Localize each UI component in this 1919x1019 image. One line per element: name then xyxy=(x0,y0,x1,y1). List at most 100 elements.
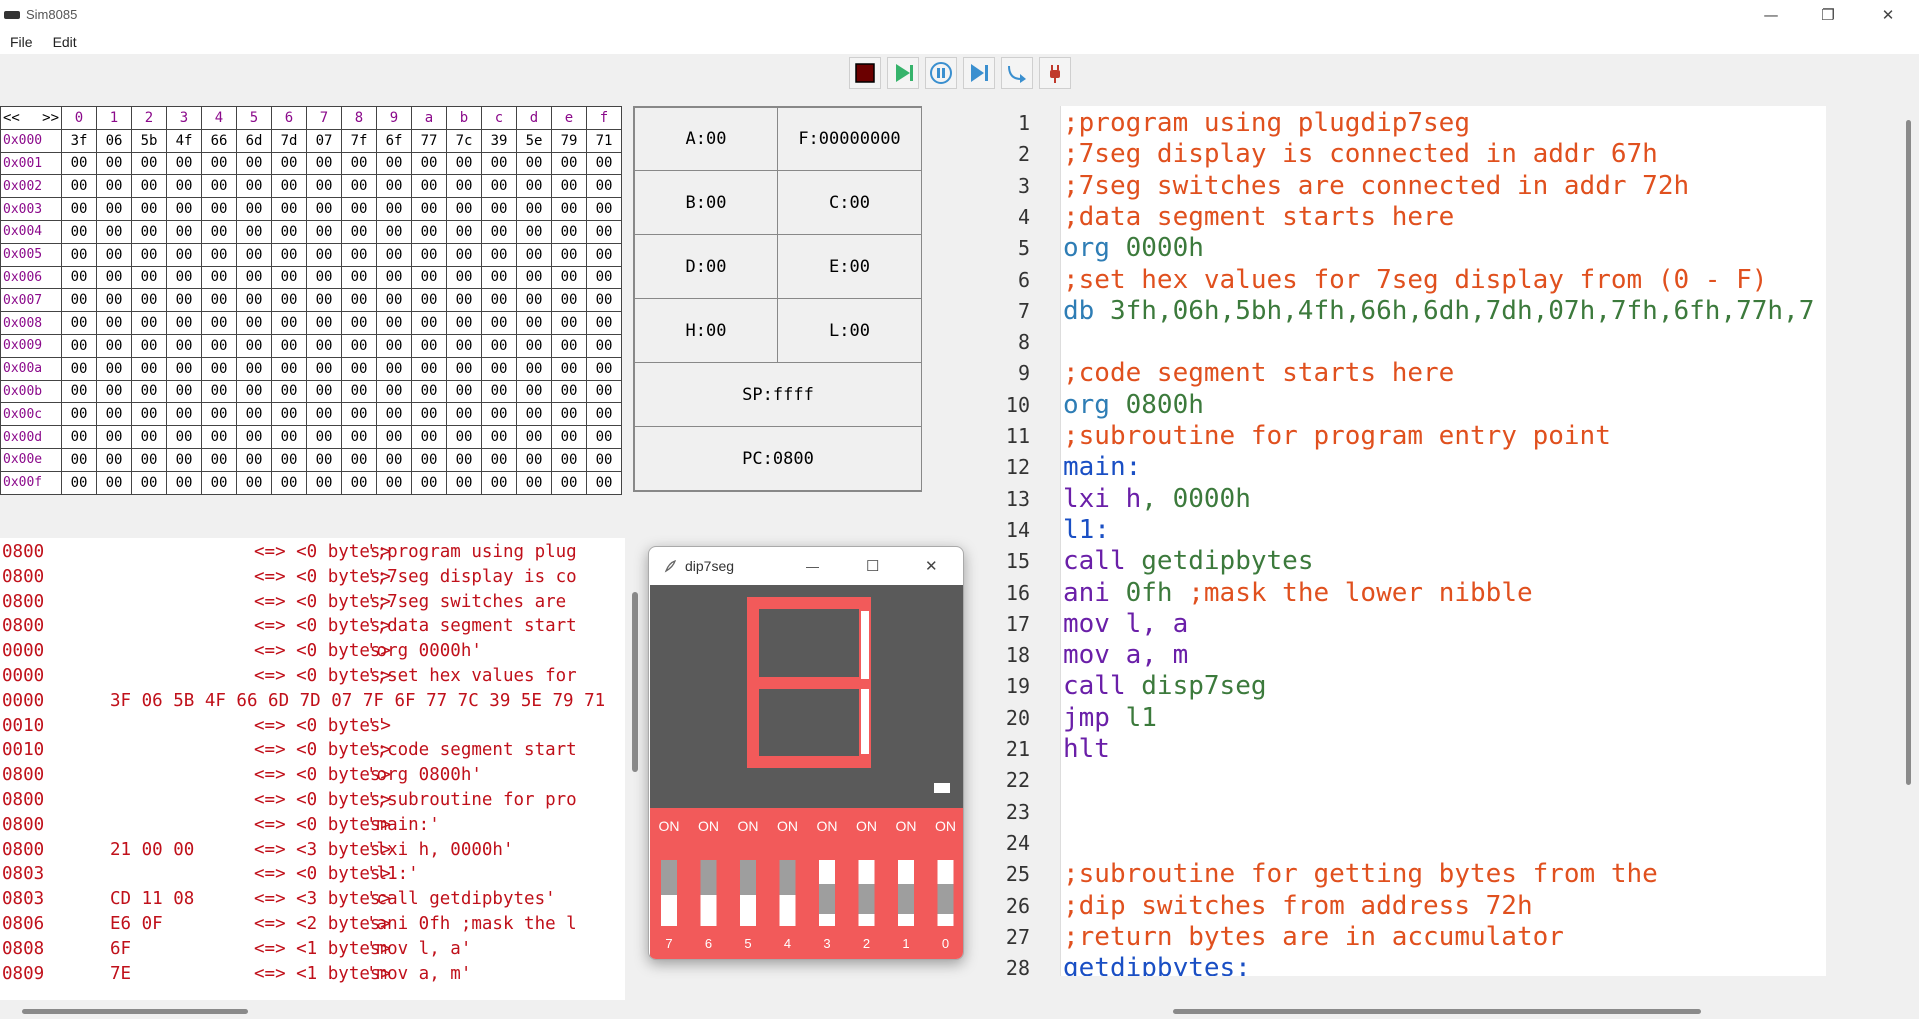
memory-cell[interactable]: 00 xyxy=(61,425,97,449)
memory-cell[interactable]: 00 xyxy=(341,311,377,335)
memory-cell[interactable]: 00 xyxy=(131,288,167,313)
memory-cell[interactable]: 00 xyxy=(376,242,412,267)
memory-cell[interactable]: 00 xyxy=(376,356,412,381)
memory-cell[interactable]: 00 xyxy=(551,311,587,335)
memory-cell[interactable]: 00 xyxy=(236,333,272,358)
dip-switch[interactable] xyxy=(937,860,954,926)
memory-cell[interactable]: 00 xyxy=(131,447,167,472)
dip-switch[interactable] xyxy=(858,860,875,926)
memory-cell[interactable]: 00 xyxy=(166,197,202,221)
memory-cell[interactable]: 00 xyxy=(166,288,202,313)
memory-cell[interactable]: 00 xyxy=(446,311,482,335)
memory-cell[interactable]: 00 xyxy=(306,425,342,449)
memory-cell[interactable]: 00 xyxy=(446,242,482,267)
memory-cell[interactable]: 00 xyxy=(131,356,167,381)
dip-switch[interactable] xyxy=(779,860,796,926)
memory-cell[interactable]: 00 xyxy=(341,425,377,449)
memory-cell[interactable]: 00 xyxy=(271,425,307,449)
memory-cell[interactable]: 00 xyxy=(586,288,622,313)
memory-cell[interactable]: 7c xyxy=(446,128,482,153)
memory-cell[interactable]: 00 xyxy=(411,151,447,176)
memory-cell[interactable]: 00 xyxy=(96,242,132,267)
memory-cell[interactable]: 00 xyxy=(271,197,307,221)
memory-cell[interactable]: 00 xyxy=(551,470,587,495)
memory-cell[interactable]: 00 xyxy=(411,470,447,495)
memory-cell[interactable]: 00 xyxy=(271,402,307,427)
memory-cell[interactable]: 5b xyxy=(131,128,167,153)
memory-cell[interactable]: 00 xyxy=(201,425,237,449)
memory-cell[interactable]: 00 xyxy=(236,197,272,221)
memory-cell[interactable]: 00 xyxy=(481,333,517,358)
memory-cell[interactable]: 00 xyxy=(411,311,447,335)
memory-cell[interactable]: 00 xyxy=(201,151,237,176)
memory-cell[interactable]: 00 xyxy=(201,470,237,495)
memory-cell[interactable]: 00 xyxy=(271,379,307,404)
memory-cell[interactable]: 00 xyxy=(271,470,307,495)
memory-cell[interactable]: 00 xyxy=(201,402,237,427)
step-button[interactable] xyxy=(963,57,995,89)
memory-cell[interactable]: 00 xyxy=(516,219,552,244)
memory-cell[interactable]: 00 xyxy=(551,197,587,221)
memory-cell[interactable]: 00 xyxy=(271,288,307,313)
memory-cell[interactable]: 00 xyxy=(341,242,377,267)
memory-cell[interactable]: 00 xyxy=(411,447,447,472)
dip-switch[interactable] xyxy=(661,860,677,926)
memory-cell[interactable]: 00 xyxy=(411,197,447,221)
memory-cell[interactable]: 00 xyxy=(376,197,412,221)
memory-cell[interactable]: 00 xyxy=(166,333,202,358)
memory-cell[interactable]: 00 xyxy=(341,265,377,290)
memory-cell[interactable]: 00 xyxy=(586,333,622,358)
memory-cell[interactable]: 00 xyxy=(446,447,482,472)
memory-cell[interactable]: 00 xyxy=(271,219,307,244)
memory-cell[interactable]: 00 xyxy=(201,379,237,404)
memory-cell[interactable]: 00 xyxy=(481,151,517,176)
memory-cell[interactable]: 00 xyxy=(131,379,167,404)
memory-cell[interactable]: 00 xyxy=(306,470,342,495)
memory-cell[interactable]: 00 xyxy=(446,151,482,176)
memory-cell[interactable]: 6f xyxy=(376,128,412,153)
memory-cell[interactable]: 00 xyxy=(306,333,342,358)
memory-cell[interactable]: 00 xyxy=(236,242,272,267)
listing-horizontal-scrollbar[interactable] xyxy=(22,1009,248,1014)
memory-cell[interactable]: 00 xyxy=(481,447,517,472)
memory-cell[interactable]: 00 xyxy=(96,174,132,199)
memory-cell[interactable]: 00 xyxy=(236,219,272,244)
memory-cell[interactable]: 00 xyxy=(481,242,517,267)
memory-cell[interactable]: 00 xyxy=(96,402,132,427)
memory-cell[interactable]: 00 xyxy=(376,219,412,244)
memory-cell[interactable]: 00 xyxy=(131,219,167,244)
maximize-button[interactable]: ❐ xyxy=(1800,0,1856,29)
memory-cell[interactable]: 00 xyxy=(411,288,447,313)
memory-cell[interactable]: 07 xyxy=(306,128,342,153)
memory-cell[interactable]: 00 xyxy=(516,447,552,472)
memory-cell[interactable]: 00 xyxy=(236,447,272,472)
memory-cell[interactable]: 7d xyxy=(271,128,307,153)
memory-cell[interactable]: 00 xyxy=(376,447,412,472)
memory-cell[interactable]: 00 xyxy=(341,219,377,244)
memory-cell[interactable]: 00 xyxy=(306,174,342,199)
memory-cell[interactable]: 00 xyxy=(516,242,552,267)
memory-cell[interactable]: 00 xyxy=(411,219,447,244)
memory-cell[interactable]: 00 xyxy=(516,333,552,358)
memory-cell[interactable]: 00 xyxy=(446,265,482,290)
memory-cell[interactable]: 00 xyxy=(446,470,482,495)
memory-cell[interactable]: 00 xyxy=(446,219,482,244)
memory-cell[interactable]: 4f xyxy=(166,128,202,153)
memory-cell[interactable]: 00 xyxy=(166,379,202,404)
memory-cell[interactable]: 00 xyxy=(306,151,342,176)
memory-cell[interactable]: 00 xyxy=(61,288,97,313)
memory-cell[interactable]: 00 xyxy=(96,151,132,176)
memory-cell[interactable]: 00 xyxy=(271,265,307,290)
memory-cell[interactable]: 00 xyxy=(61,356,97,381)
memory-cell[interactable]: 00 xyxy=(131,174,167,199)
minimize-button[interactable]: — xyxy=(1743,0,1799,29)
memory-cell[interactable]: 00 xyxy=(236,470,272,495)
memory-cell[interactable]: 00 xyxy=(201,447,237,472)
memory-cell[interactable]: 00 xyxy=(271,242,307,267)
memory-cell[interactable]: 00 xyxy=(376,151,412,176)
memory-cell[interactable]: 00 xyxy=(61,333,97,358)
dip-switch[interactable] xyxy=(898,860,914,926)
memory-cell[interactable]: 00 xyxy=(166,425,202,449)
memory-cell[interactable]: 00 xyxy=(201,311,237,335)
memory-cell[interactable]: 00 xyxy=(586,447,622,472)
